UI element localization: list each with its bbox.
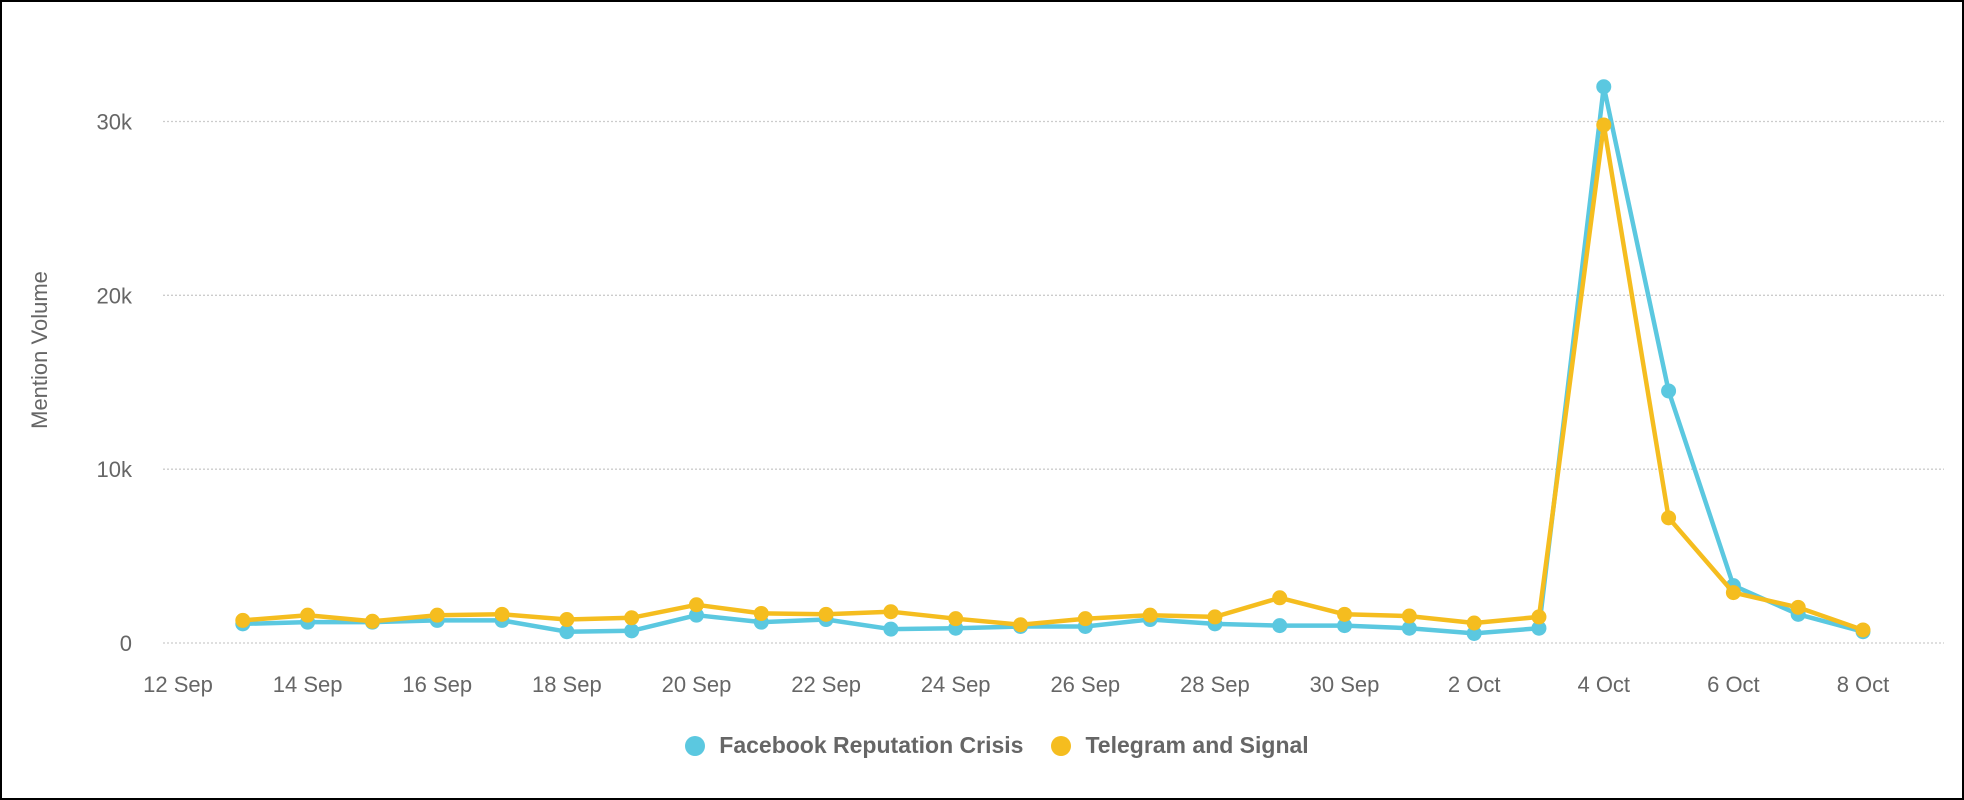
x-tick-label: 8 Oct <box>1837 672 1890 697</box>
x-tick-label: 18 Sep <box>532 672 602 697</box>
data-point[interactable] <box>429 607 445 623</box>
x-tick-label: 28 Sep <box>1180 672 1250 697</box>
legend-dot-icon <box>685 735 706 756</box>
y-axis-title: Mention Volume <box>27 271 52 429</box>
x-tick-label: 16 Sep <box>402 672 472 697</box>
x-tick-label: 14 Sep <box>273 672 343 697</box>
x-tick-label: 6 Oct <box>1707 672 1760 697</box>
x-tick-label: 22 Sep <box>791 672 861 697</box>
data-point[interactable] <box>1142 607 1158 623</box>
data-point[interactable] <box>948 611 964 627</box>
data-point[interactable] <box>559 612 575 628</box>
legend-item-telegram-and-signal[interactable]: Telegram and Signal <box>1051 732 1309 759</box>
data-point[interactable] <box>883 604 899 620</box>
x-tick-label: 12 Sep <box>143 672 213 697</box>
x-axis-ticks: 12 Sep 14 Sep 16 Sep 18 Sep 20 Sep 22 Sep 24 S… <box>143 672 1889 697</box>
data-point[interactable] <box>1596 117 1612 133</box>
y-tick-label: 10k <box>97 457 133 482</box>
gridlines <box>163 120 1944 644</box>
data-point[interactable] <box>1207 609 1223 625</box>
data-point[interactable] <box>1855 622 1871 638</box>
data-point[interactable] <box>364 613 380 629</box>
data-point[interactable] <box>1596 79 1612 95</box>
data-point[interactable] <box>1077 611 1093 627</box>
data-point[interactable] <box>624 610 640 626</box>
legend-label: Telegram and Signal <box>1085 732 1309 758</box>
data-point[interactable] <box>818 606 834 622</box>
data-point[interactable] <box>1531 609 1547 625</box>
legend-label: Facebook Reputation Crisis <box>719 732 1024 758</box>
legend-item-facebook-reputation-crisis[interactable]: Facebook Reputation Crisis <box>685 732 1023 759</box>
data-point[interactable] <box>624 623 640 639</box>
legend-dot-icon <box>1051 735 1072 756</box>
data-point[interactable] <box>1725 585 1741 601</box>
data-point[interactable] <box>300 607 316 623</box>
series-line <box>242 122 1864 633</box>
y-tick-label: 0 <box>120 631 132 656</box>
series-line <box>242 84 1864 636</box>
line-chart: 0 10k 20k 30k 12 Sep 14 Sep 16 Sep 18 Sep 20 Se… <box>27 79 1944 697</box>
y-tick-label: 30k <box>97 110 133 135</box>
series-facebook-reputation-crisis <box>235 79 1871 641</box>
data-point[interactable] <box>1272 618 1288 634</box>
data-point[interactable] <box>688 597 704 613</box>
y-tick-label: 20k <box>97 283 133 308</box>
data-point[interactable] <box>1337 606 1353 622</box>
data-point[interactable] <box>883 621 899 637</box>
x-tick-label: 30 Sep <box>1310 672 1380 697</box>
x-tick-label: 4 Oct <box>1577 672 1630 697</box>
data-point[interactable] <box>1661 510 1677 526</box>
data-point[interactable] <box>1661 383 1677 399</box>
x-tick-label: 2 Oct <box>1448 672 1501 697</box>
x-tick-label: 24 Sep <box>921 672 991 697</box>
data-point[interactable] <box>235 612 251 628</box>
x-tick-label: 20 Sep <box>662 672 732 697</box>
y-axis-ticks: 0 10k 20k 30k <box>97 110 133 657</box>
data-point[interactable] <box>1466 615 1482 631</box>
data-point[interactable] <box>494 606 510 622</box>
x-tick-label: 26 Sep <box>1050 672 1120 697</box>
data-point[interactable] <box>1790 599 1806 615</box>
legend: Facebook Reputation Crisis Telegram and … <box>0 732 1964 759</box>
series-lines <box>235 79 1871 641</box>
data-point[interactable] <box>1013 617 1028 633</box>
data-point[interactable] <box>753 605 769 621</box>
data-point[interactable] <box>1401 608 1417 624</box>
data-point[interactable] <box>1272 590 1288 606</box>
